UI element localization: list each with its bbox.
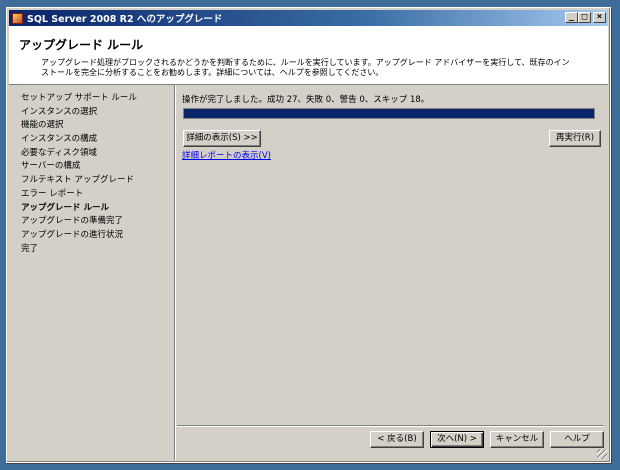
rerun-button[interactable]: 再実行(R) xyxy=(549,130,601,147)
help-button[interactable]: ヘルプ xyxy=(550,431,604,448)
step-item: インスタンスの選択 xyxy=(21,106,98,117)
minimize-button[interactable]: _ xyxy=(565,12,578,23)
progress-bar xyxy=(183,108,595,119)
maximize-button[interactable]: □ xyxy=(578,12,591,23)
step-list: セットアップ サポート ルール インスタンスの選択 機能の選択インスタンスの構成 必要… xyxy=(9,85,174,256)
installer-window: SQL Server 2008 R2 へのアップグレード _ □ × アップグレ… xyxy=(6,7,611,463)
cancel-button[interactable]: キャンセル xyxy=(490,431,544,448)
page-description: アップグレード処理がブロックされるかどうかを判断するために、ルールを実行していま… xyxy=(41,58,570,77)
view-detailed-report-link[interactable]: 詳細レポートの表示(V) xyxy=(182,149,271,161)
back-button[interactable]: < 戻る(B) xyxy=(370,431,424,448)
step-item: 機能の選択 xyxy=(21,120,64,131)
window-title: SQL Server 2008 R2 へのアップグレード xyxy=(27,14,223,25)
progress-fill xyxy=(184,109,594,118)
footer-divider xyxy=(177,425,604,427)
main-content: 操作が完了しました。成功 27、失敗 0、警告 0、スキップ 18。 詳細の表示… xyxy=(177,85,608,460)
show-details-button[interactable]: 詳細の表示(S) >> xyxy=(183,130,261,147)
step-item: フルテキスト アップグレード xyxy=(21,175,134,186)
resize-grip[interactable] xyxy=(597,449,607,459)
step-item: 完了 xyxy=(21,243,39,254)
close-button[interactable]: × xyxy=(593,12,606,23)
step-item: アップグレード ルール xyxy=(21,202,109,213)
title-bar[interactable]: SQL Server 2008 R2 へのアップグレード _ □ × xyxy=(9,10,608,26)
window-controls: _ □ × xyxy=(565,12,606,23)
page-header: アップグレード ルール アップグレード処理がブロックされるかどうかを判断するため… xyxy=(9,26,608,85)
step-item: サーバーの構成 xyxy=(21,161,81,172)
step-navigation: セットアップ サポート ルール インスタンスの選択 機能の選択インスタンスの構成 必要… xyxy=(9,85,175,460)
step-item: アップグレードの準備完了 xyxy=(21,216,124,227)
status-text: 操作が完了しました。成功 27、失敗 0、警告 0、スキップ 18。 xyxy=(182,95,430,105)
step-item: インスタンスの構成 xyxy=(21,134,98,145)
step-item: セットアップ サポート ルール xyxy=(21,93,137,103)
sql-server-icon xyxy=(12,12,23,24)
step-item: エラー レポート xyxy=(21,188,84,199)
page-title: アップグレード ルール xyxy=(19,38,144,52)
step-item: アップグレードの進行状況 xyxy=(21,229,124,240)
step-item: 必要なディスク領域 xyxy=(21,147,97,158)
next-button[interactable]: 次へ(N) > xyxy=(430,431,484,448)
